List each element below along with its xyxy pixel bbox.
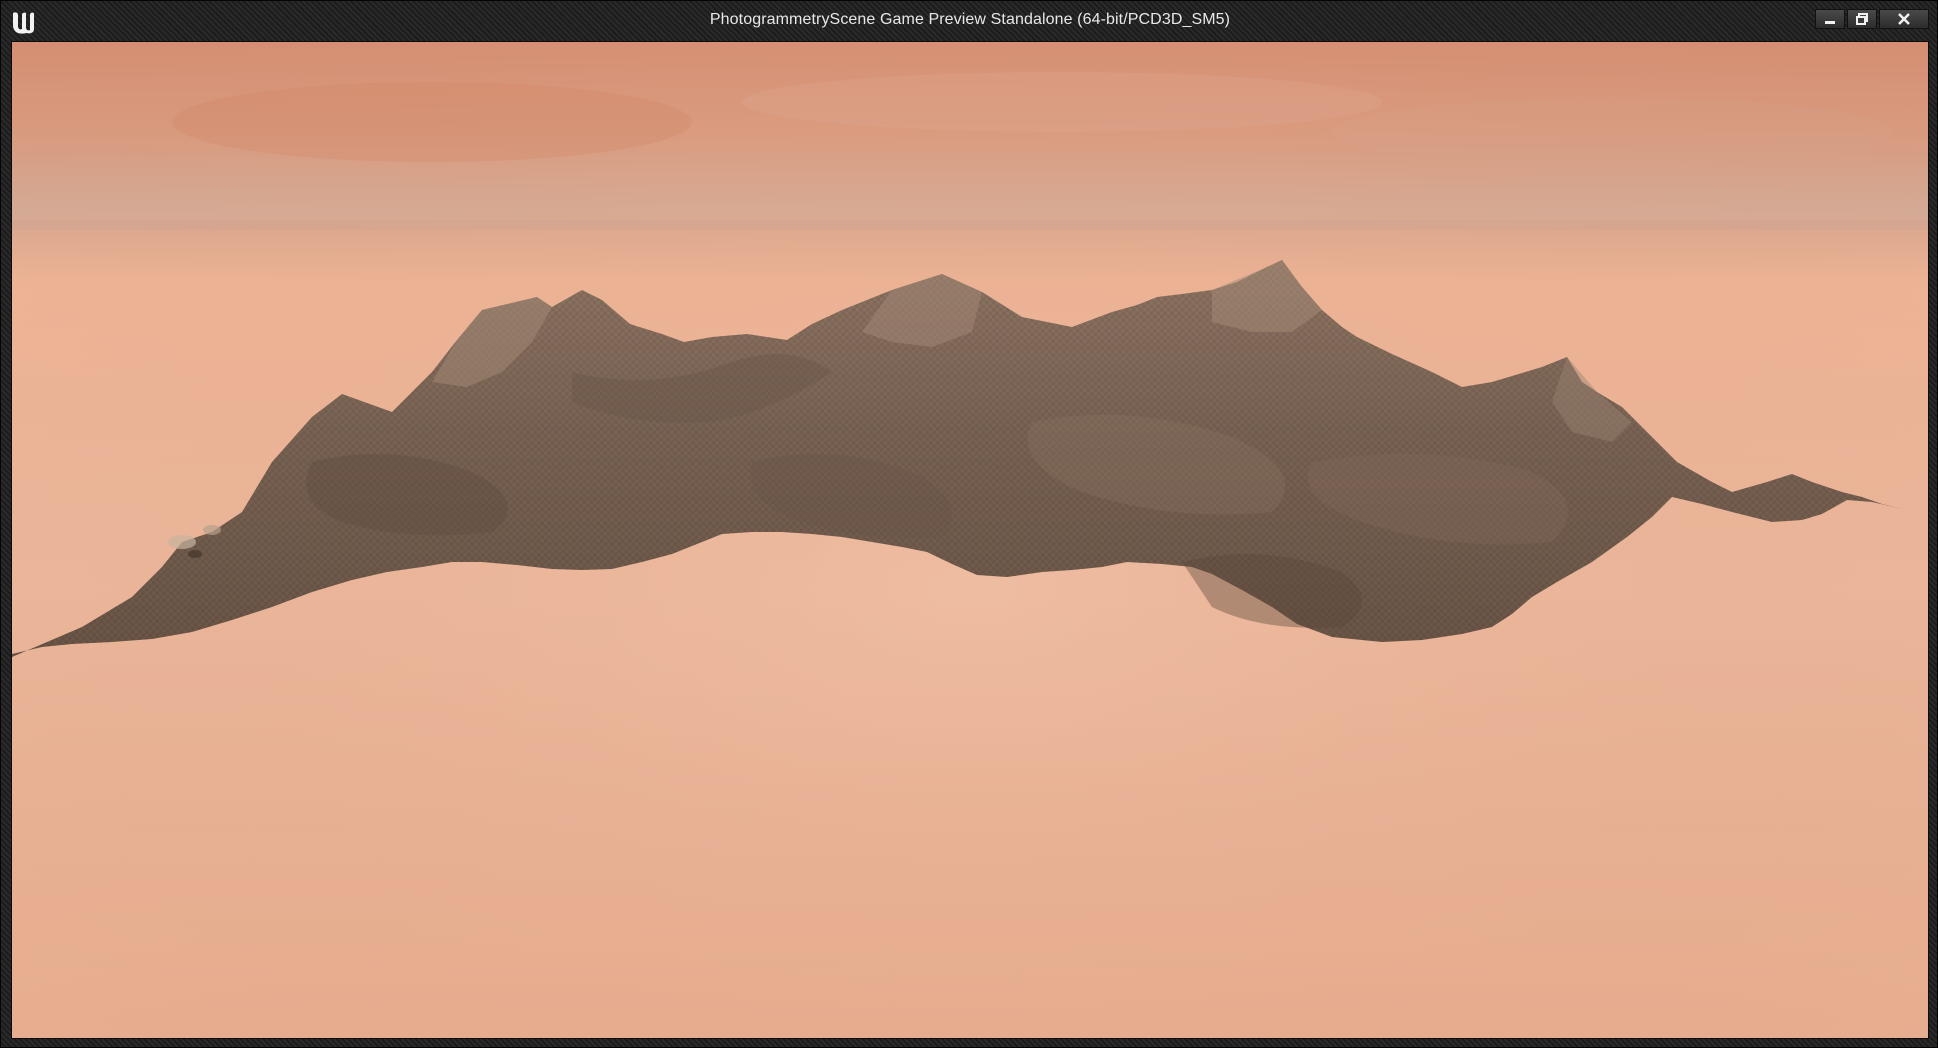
horizon-line (12, 220, 1928, 230)
cloud (172, 82, 692, 162)
cloud (1332, 97, 1892, 167)
close-icon (1898, 13, 1910, 25)
minimize-icon (1825, 21, 1835, 24)
title-bar[interactable]: PhotogrammetryScene Game Preview Standal… (1, 1, 1938, 41)
minimize-button[interactable] (1815, 9, 1845, 29)
scene-render (12, 42, 1928, 1038)
close-button[interactable] (1879, 9, 1929, 29)
cloud (742, 72, 1382, 132)
window-title: PhotogrammetryScene Game Preview Standal… (709, 11, 1231, 28)
restore-icon (1856, 13, 1868, 25)
window-controls (1815, 9, 1929, 31)
game-viewport[interactable] (11, 41, 1929, 1039)
restore-button[interactable] (1847, 9, 1877, 29)
game-window: PhotogrammetryScene Game Preview Standal… (0, 0, 1938, 1048)
